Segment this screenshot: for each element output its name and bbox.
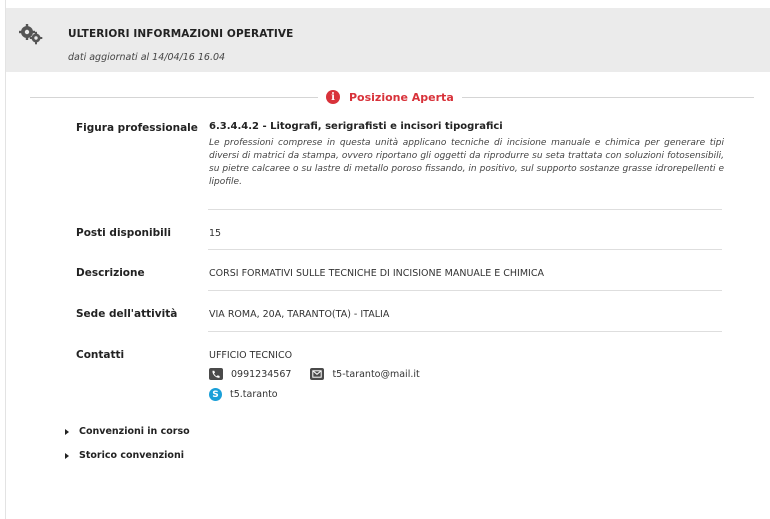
caret-right-icon	[65, 452, 69, 459]
info-icon: i	[326, 90, 340, 104]
status-text: Posizione Aperta	[349, 90, 454, 104]
contatti-label: Contatti	[76, 349, 125, 361]
updated-timestamp: dati aggiornati al 14/04/16 16.04	[68, 52, 226, 63]
figura-title: 6.3.4.4.2 - Litografi, serigrafisti e in…	[209, 121, 503, 132]
content-panel	[5, 0, 770, 519]
row-divider	[208, 249, 722, 250]
section-title: ULTERIORI INFORMAZIONI OPERATIVE	[68, 28, 294, 40]
contact-phone-email-row: 0991234567 t5-taranto@mail.it	[209, 368, 420, 380]
posti-label: Posti disponibili	[76, 227, 171, 239]
skype-icon: S	[209, 388, 222, 401]
contact-email[interactable]: t5-taranto@mail.it	[332, 369, 419, 380]
descrizione-label: Descrizione	[76, 267, 145, 279]
caret-right-icon	[65, 428, 69, 435]
sede-value: VIA ROMA, 20A, TARANTO(TA) - ITALIA	[209, 309, 390, 320]
accordion-label: Convenzioni in corso	[79, 426, 190, 437]
sede-label: Sede dell'attività	[76, 308, 178, 320]
accordion-label: Storico convenzioni	[79, 450, 184, 461]
contact-skype[interactable]: t5.taranto	[230, 389, 278, 400]
gears-icon	[19, 24, 43, 45]
accordion-convenzioni-in-corso[interactable]: Convenzioni in corso	[65, 426, 190, 437]
row-divider	[208, 209, 722, 210]
descrizione-value: CORSI FORMATIVI SULLE TECNICHE DI INCISI…	[209, 268, 544, 279]
phone-icon	[209, 368, 223, 380]
contact-skype-row: S t5.taranto	[209, 388, 278, 401]
accordion-storico-convenzioni[interactable]: Storico convenzioni	[65, 450, 184, 461]
status-badge: i Posizione Aperta	[318, 88, 462, 106]
row-divider	[208, 290, 722, 291]
email-icon	[310, 368, 325, 380]
figura-description: Le professioni comprese in questa unità …	[209, 138, 724, 187]
figura-label: Figura professionale	[76, 122, 198, 134]
contact-office: UFFICIO TECNICO	[209, 350, 293, 361]
row-divider	[208, 331, 722, 332]
section-header: ULTERIORI INFORMAZIONI OPERATIVE dati ag…	[6, 8, 770, 72]
contact-phone[interactable]: 0991234567	[231, 369, 291, 380]
posti-value: 15	[209, 228, 222, 239]
